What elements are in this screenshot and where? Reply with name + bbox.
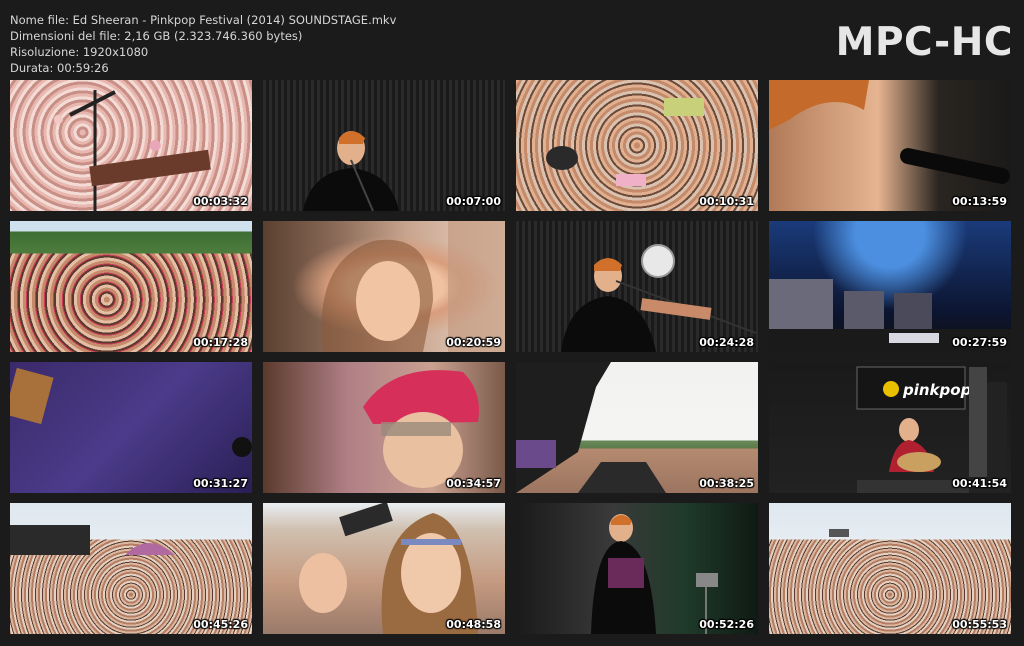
- thumbnail-timestamp: 00:07:00: [446, 195, 501, 208]
- thumbnail-timestamp: 00:03:32: [193, 195, 248, 208]
- mpc-hc-logo: MPC-HC: [835, 20, 1013, 65]
- thumbnail-8: 00:27:59: [769, 221, 1011, 352]
- thumbnail-1: 00:03:32: [10, 80, 252, 211]
- thumbnail-6: 00:20:59: [263, 221, 505, 352]
- thumbnail-3: 00:10:31: [516, 80, 758, 211]
- thumbnail-16: 00:55:53: [769, 503, 1011, 634]
- thumbnail-timestamp: 00:17:28: [193, 336, 248, 349]
- thumbnail-13: 00:45:26: [10, 503, 252, 634]
- thumbnail-4: 00:13:59: [769, 80, 1011, 211]
- duration-line: Durata: 00:59:26: [10, 61, 109, 75]
- thumbnail-timestamp: 00:20:59: [446, 336, 501, 349]
- thumbnail-timestamp: 00:10:31: [699, 195, 754, 208]
- thumbnail-grid: 00:03:32 00:07:00 00:10:31 00:13:59 00:1…: [10, 80, 1012, 635]
- thumbnail-timestamp: 00:34:57: [446, 477, 501, 490]
- thumbnail-timestamp: 00:48:58: [446, 618, 501, 631]
- thumbnail-timestamp: 00:41:54: [952, 477, 1007, 490]
- stage-banner-text: pinkpop: [902, 381, 972, 399]
- thumbnail-timestamp: 00:38:25: [699, 477, 754, 490]
- thumbnail-15: 00:52:26: [516, 503, 758, 634]
- thumbnail-timestamp: 00:52:26: [699, 618, 754, 631]
- thumbnail-5: 00:17:28: [10, 221, 252, 352]
- thumbnail-10: 00:34:57: [263, 362, 505, 493]
- thumbnail-12: pinkpop 00:41:54: [769, 362, 1011, 493]
- thumbnail-timestamp: 00:13:59: [952, 195, 1007, 208]
- thumbnail-11: 00:38:25: [516, 362, 758, 493]
- file-size-line: Dimensioni del file: 2,16 GB (2.323.746.…: [10, 29, 303, 43]
- file-info: Nome file: Ed Sheeran - Pinkpop Festival…: [10, 12, 396, 76]
- thumbnail-2: 00:07:00: [263, 80, 505, 211]
- thumbnail-timestamp: 00:24:28: [699, 336, 754, 349]
- thumbnail-7: 00:24:28: [516, 221, 758, 352]
- file-name-line: Nome file: Ed Sheeran - Pinkpop Festival…: [10, 13, 397, 27]
- thumbnail-timestamp: 00:27:59: [952, 336, 1007, 349]
- resolution-line: Risoluzione: 1920x1080: [10, 45, 149, 59]
- thumbnail-timestamp: 00:45:26: [193, 618, 248, 631]
- thumbnail-timestamp: 00:31:27: [193, 477, 248, 490]
- thumbnail-14: 00:48:58: [263, 503, 505, 634]
- thumbnail-9: 00:31:27: [10, 362, 252, 493]
- thumbnail-timestamp: 00:55:53: [952, 618, 1007, 631]
- thumbnail-sheet: Nome file: Ed Sheeran - Pinkpop Festival…: [0, 0, 1024, 646]
